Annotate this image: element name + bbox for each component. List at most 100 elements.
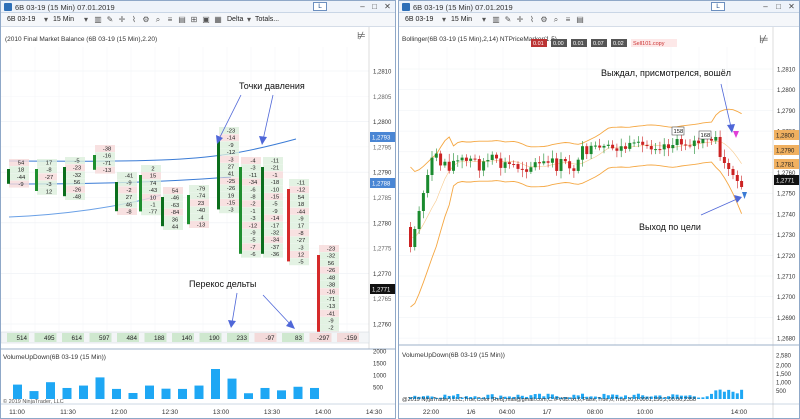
time-tick-label: 04:00 [499,409,516,416]
footprint-value: -13 [327,304,335,310]
drawing-tool-icon[interactable]: ✎ [105,15,115,25]
footprint-value: -48 [327,275,335,281]
indicators-icon[interactable]: ⌇ [527,15,537,25]
interval-selector[interactable]: 15 Min [53,15,74,25]
volume-bar [112,388,121,399]
left-title-bar[interactable]: 6B 03-19 (15 Min) 07.01.2019 L – □ ✕ [1,1,395,13]
price-tick-label: 1,2720 [777,254,796,260]
zoom-icon[interactable]: ⌕ [551,15,561,25]
price-tick-label: 1,2700 [777,295,796,301]
close-icon[interactable]: ✕ [382,2,393,11]
time-tick-label: 08:00 [587,409,604,416]
footprint-value: 12 [46,189,52,195]
crosshair-icon[interactable]: ✛ [515,15,525,25]
maximize-icon[interactable]: □ [773,2,784,11]
chevron-down-icon[interactable]: ▾ [439,15,449,25]
candle-body [35,169,38,191]
footprint-value: -15 [227,201,235,207]
chevron-down-icon[interactable]: ▾ [41,15,51,25]
footprint-value: 10 [150,195,156,201]
price-marker-label: 1,2790 [776,149,795,155]
footprint-value: -11 [249,173,257,179]
right-chart-area[interactable]: Bollinger(6B 03-19 (15 Min),2,14) NTPric… [399,27,799,419]
price-marker-label: 1,2781 [776,163,795,169]
chevron-down-icon[interactable]: ▾ [81,15,91,25]
price-tick-label: 1,2740 [777,212,796,218]
candle-body [546,161,550,163]
footprint-value: 56 [328,261,334,267]
instrument-selector[interactable]: 6B 03-19 [7,15,35,25]
volume-bar [701,397,705,399]
indicator-label: (2010 Final Market Balance (6B 03-19 (15… [5,36,157,43]
interval-selector[interactable]: 15 Min [451,15,472,25]
candle-body [525,169,529,172]
crosshair-icon[interactable]: ✛ [117,15,127,25]
close-icon[interactable]: ✕ [786,2,797,11]
candle-body [606,144,610,146]
bar-type-icon[interactable]: ▥ [93,15,103,25]
link-toggle-button[interactable]: L [313,2,327,11]
footprint-value: -6 [250,187,255,193]
footprint-value: -7 [250,245,255,251]
volume-tick-label: 2,580 [776,354,792,360]
footprint-value: -6 [250,252,255,258]
candle-body [490,154,494,161]
template-icon[interactable]: ▤ [575,15,585,25]
strategy-parameters-text: @2019 N(tjaTrader) LLC,True,Color [Red],… [402,397,696,403]
instrument-selector[interactable]: 6B 03-19 [405,15,433,25]
volume-bar [128,393,138,399]
candle-body [572,168,576,171]
candle-body [430,157,434,175]
footprint-value: 2 [151,167,154,173]
footprint-value: -14 [271,216,280,222]
maximize-icon[interactable]: □ [369,2,380,11]
chevron-down-icon[interactable]: ▾ [244,15,254,25]
time-tick-label: 12:30 [162,409,179,416]
properties-icon[interactable]: ≡ [563,15,573,25]
minimize-icon[interactable]: – [760,2,771,11]
delta-dropdown[interactable]: Delta [227,15,243,25]
drawing-tool-icon[interactable]: ✎ [503,15,513,25]
share-icon[interactable]: ▦ [213,15,223,25]
candle-body [413,229,417,247]
zoom-icon[interactable]: ⌕ [153,15,163,25]
candle-body [559,159,563,171]
candle-body [460,157,464,161]
candle-body [632,142,636,144]
candle-body [628,142,632,149]
footprint-value: -44 [17,175,26,181]
footprint-value: -26 [327,268,335,274]
left-chart-area[interactable]: (2010 Final Market Balance (6B 03-19 (15… [1,27,395,419]
volume-bar [705,396,709,399]
right-title-bar[interactable]: 6B 03-19 (15 Min) 07.01.2019 L – □ ✕ [399,1,799,13]
footprint-value: -74 [197,194,206,200]
footprint-value: -18 [271,180,279,186]
indicators-icon[interactable]: ⌇ [129,15,139,25]
right-toolbar: 6B 03-19 ▾ 15 Min ▾ ▥ ✎ ✛ ⌇ ⚙ ⌕ ≡ ▤ [399,13,799,27]
collapse-panel-icon[interactable]: ⊭ [357,31,366,42]
annotation-entry: Выждал, присмотрелся, вошёл [601,68,731,78]
footprint-value: -34 [249,180,258,186]
totals-dropdown[interactable]: Totals... [255,15,279,25]
strategy-icon[interactable]: ⚙ [141,15,151,25]
candle-body [542,161,546,164]
snapshot-icon[interactable]: ▣ [201,15,211,25]
link-toggle-button[interactable]: L [711,2,725,11]
lock-icon[interactable]: ⊞ [189,15,199,25]
strategy-icon[interactable]: ⚙ [539,15,549,25]
time-axis: 11:00 11:30 12:00 12:30 13:00 13:30 14:00 14:30 [9,409,382,416]
properties-icon[interactable]: ≡ [165,15,175,25]
header-box-label: Sell101.copy [633,41,665,47]
minimize-icon[interactable]: – [357,2,368,11]
volume-tick-label: 500 [373,386,384,392]
footprint-value: -9 [250,231,255,237]
bar-type-icon[interactable]: ▥ [491,15,501,25]
chevron-down-icon[interactable]: ▾ [479,15,489,25]
volume-bar [293,386,303,399]
time-tick-label: 13:00 [213,409,230,416]
template-icon[interactable]: ▤ [177,15,187,25]
collapse-panel-icon[interactable]: ⊭ [759,34,769,46]
volume-bar [244,393,253,399]
candle-body [434,153,438,158]
candle-body [649,146,653,150]
